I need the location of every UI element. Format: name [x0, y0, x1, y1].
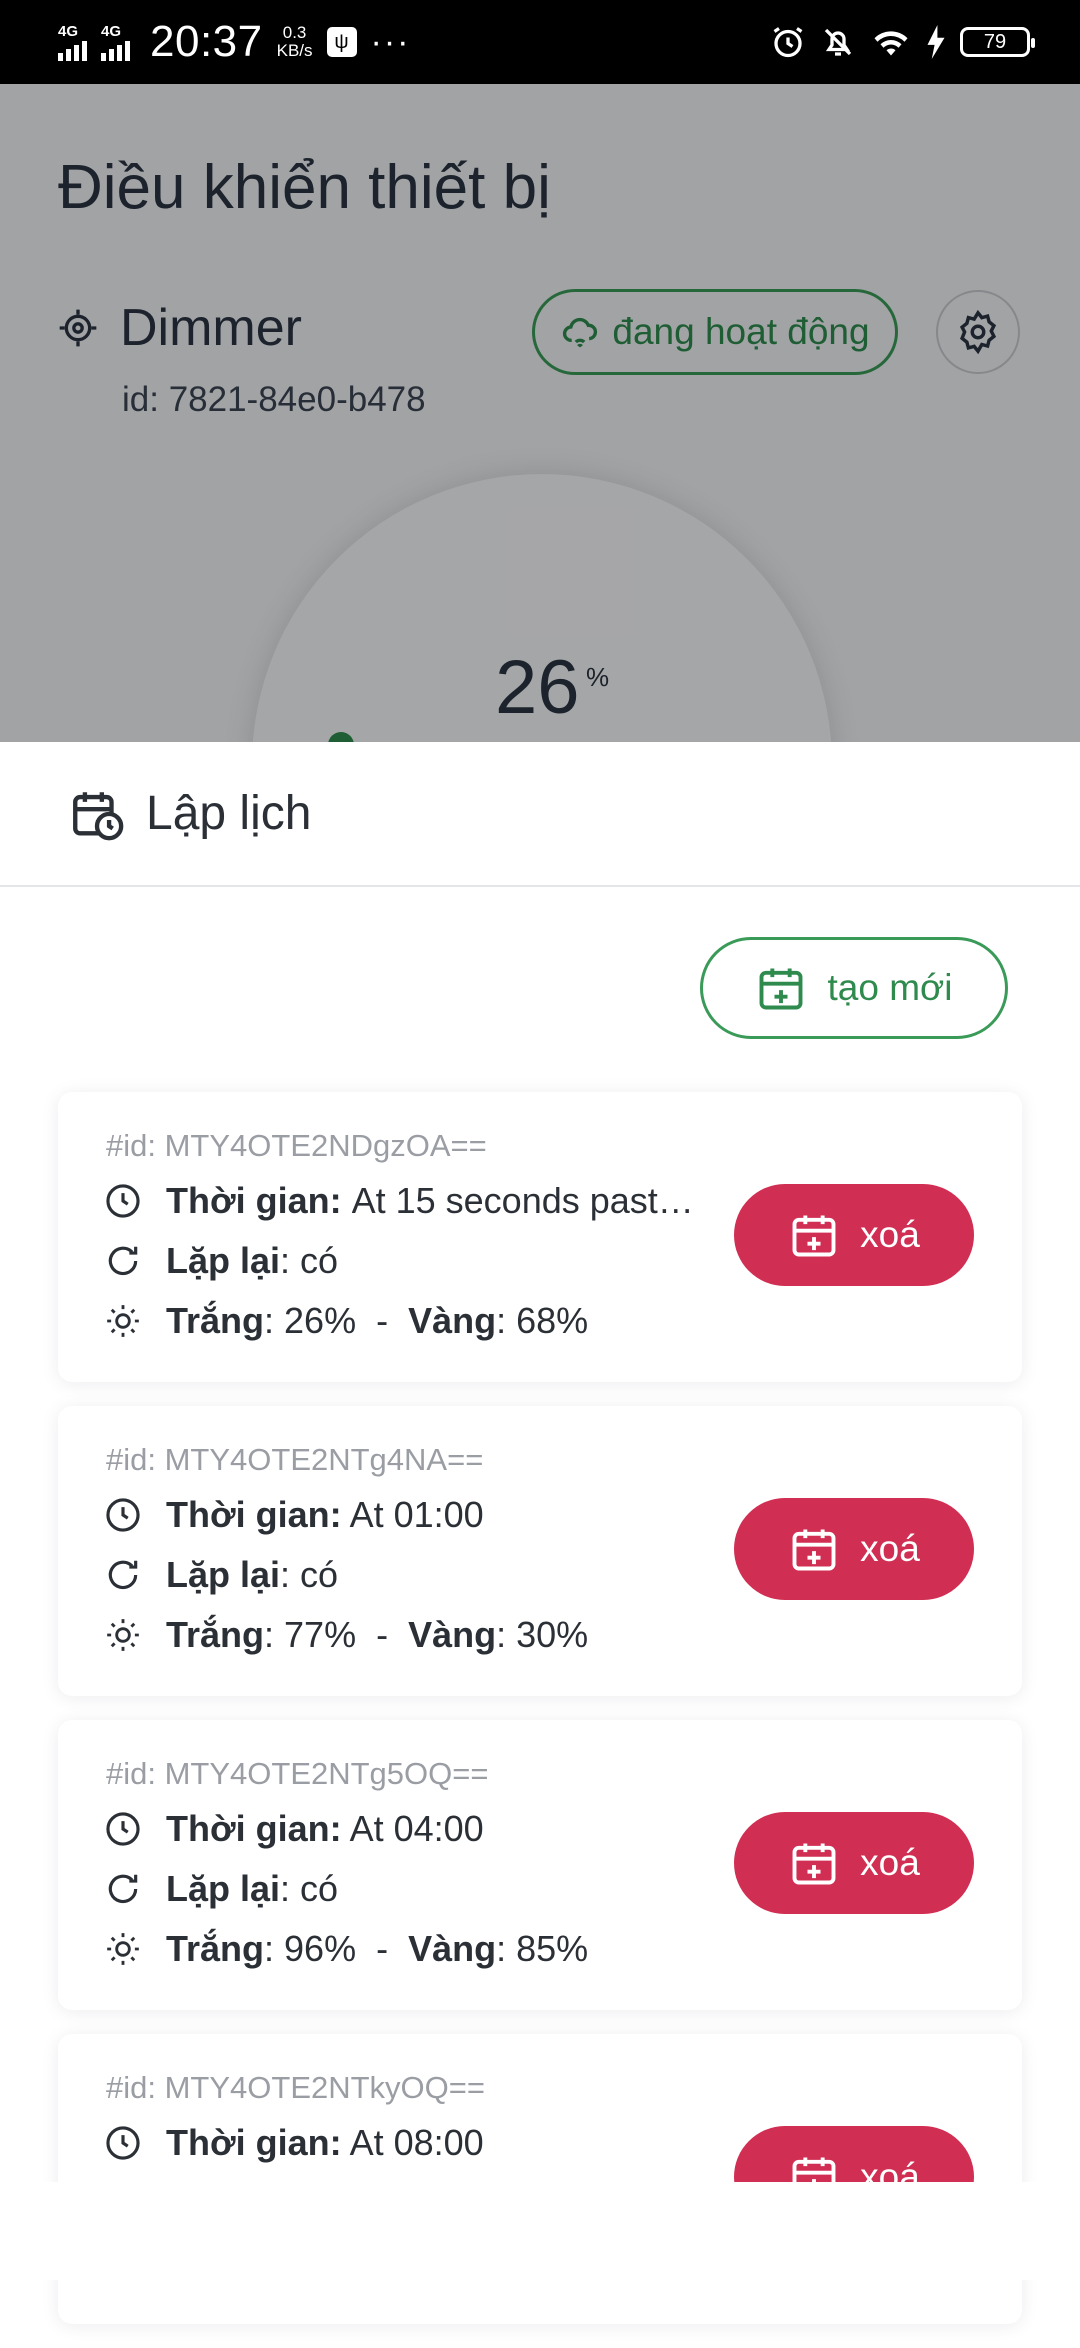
clock-icon: [104, 1182, 142, 1220]
schedule-level-row: Trắng: 96% - Vàng: 85%: [104, 1928, 588, 1970]
schedule-time-row: Thời gian: At 08:00: [104, 2122, 484, 2164]
schedule-time-row: Thời gian: At 04:00: [104, 1808, 484, 1850]
repeat-icon: [104, 1556, 142, 1594]
schedule-repeat-row: Lặp lại: có: [104, 1240, 338, 1282]
clock-icon: [104, 2124, 142, 2162]
schedule-list: #id: MTY4OTE2NDgzOA== Thời gian: At 15 s…: [58, 1092, 1022, 2348]
calendar-plus-icon: [788, 1837, 840, 1889]
calendar-plus-icon: [788, 1209, 840, 1261]
sheet-header: Lập lịch: [0, 742, 1080, 887]
calendar-clock-icon: [68, 785, 126, 843]
bell-off-icon: [820, 24, 856, 60]
schedule-card: #id: MTY4OTE2NTg4NA== Thời gian: At 01:0…: [58, 1406, 1022, 1696]
clock-icon: [104, 1810, 142, 1848]
schedule-id: #id: MTY4OTE2NTg4NA==: [106, 1442, 484, 1477]
create-schedule-button[interactable]: tạo mới: [700, 937, 1008, 1039]
charging-icon: [926, 25, 946, 59]
sun-icon: [104, 1616, 142, 1654]
schedule-repeat-row: Lặp lại: có: [104, 1868, 338, 1910]
navigation-bar-area: [0, 2182, 1080, 2280]
signal-1-icon: 4G: [58, 24, 87, 61]
calendar-plus-icon: [788, 1523, 840, 1575]
alarm-icon: [770, 24, 806, 60]
schedule-time-row: Thời gian: At 15 seconds past…: [104, 1180, 694, 1222]
status-bar: 4G 4G 20:37 0.3 KB/s ψ ··· 79: [0, 0, 1080, 84]
wifi-icon: [870, 24, 912, 60]
schedule-card: #id: MTY4OTE2NTkyOQ== Thời gian: At 08:0…: [58, 2034, 1022, 2324]
schedule-id: #id: MTY4OTE2NDgzOA==: [106, 1128, 487, 1163]
clock: 20:37: [150, 17, 263, 66]
network-speed: 0.3 KB/s: [276, 23, 313, 60]
more-notifications-icon: ···: [370, 22, 411, 61]
sheet-title: Lập lịch: [146, 787, 312, 840]
repeat-icon: [104, 1870, 142, 1908]
clock-icon: [104, 1496, 142, 1534]
schedule-sheet: Lập lịch tạo mới #id: MTY4OTE2NDgzOA== T…: [0, 742, 1080, 2324]
calendar-plus-icon: [755, 962, 807, 1014]
signal-2-icon: 4G: [101, 24, 130, 61]
schedule-card: #id: MTY4OTE2NDgzOA== Thời gian: At 15 s…: [58, 1092, 1022, 1382]
delete-schedule-button[interactable]: xoá: [734, 1184, 974, 1286]
schedule-repeat-row: Lặp lại: có: [104, 1554, 338, 1596]
schedule-level-row: Trắng: 26% - Vàng: 68%: [104, 1300, 588, 1342]
schedule-card: #id: MTY4OTE2NTg5OQ== Thời gian: At 04:0…: [58, 1720, 1022, 2010]
sun-icon: [104, 1930, 142, 1968]
sun-icon: [104, 1302, 142, 1340]
schedule-id: #id: MTY4OTE2NTg5OQ==: [106, 1756, 489, 1791]
delete-schedule-button[interactable]: xoá: [734, 1812, 974, 1914]
schedule-level-row: Trắng: 77% - Vàng: 30%: [104, 1614, 588, 1656]
battery-icon: 79: [960, 27, 1035, 57]
delete-schedule-button[interactable]: xoá: [734, 1498, 974, 1600]
scrim-overlay[interactable]: [0, 84, 1080, 744]
schedule-time-row: Thời gian: At 01:00: [104, 1494, 484, 1536]
schedule-id: #id: MTY4OTE2NTkyOQ==: [106, 2070, 485, 2105]
repeat-icon: [104, 1242, 142, 1280]
usb-icon: ψ: [326, 27, 357, 57]
